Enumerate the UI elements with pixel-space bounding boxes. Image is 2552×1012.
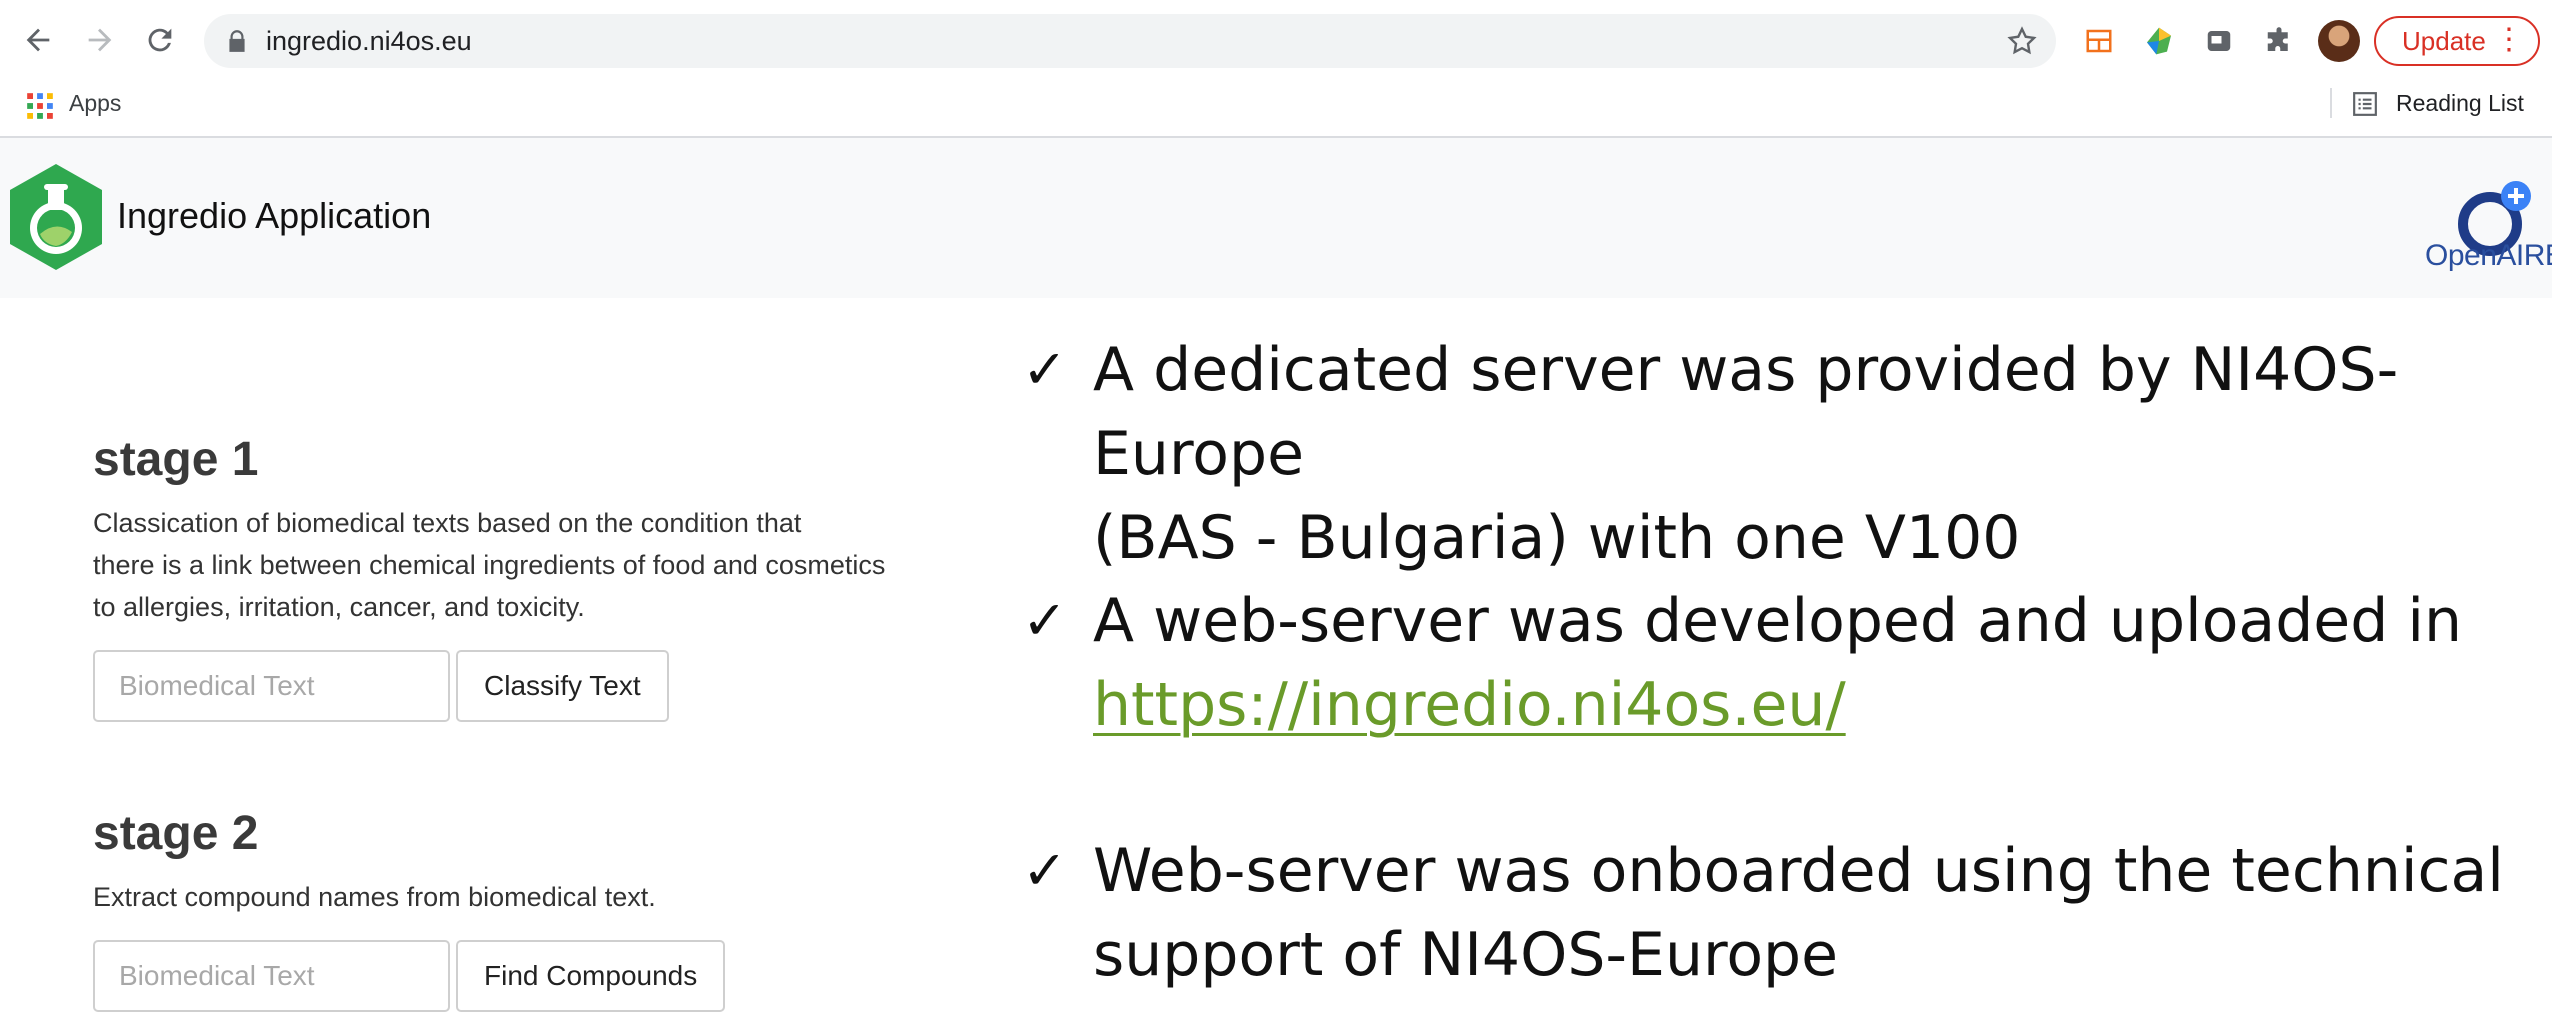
puzzle-extensions-icon[interactable] [2260,22,2298,60]
bullet-text: A dedicated server was provided by NI4OS… [1093,328,2552,580]
bullet-line: A web-server was developed and uploaded … [1093,586,2463,656]
extension-color-icon[interactable] [2140,22,2178,60]
reading-list-button[interactable]: Reading List [2396,87,2524,119]
stage-1-biomedical-text-input[interactable] [93,650,450,722]
bullet-line: Web-server was onboarded using the techn… [1093,836,2504,906]
stage-1-section: stage 1 Classication of biomedical texts… [93,432,973,722]
checkmark-icon: ✓ [1022,589,1068,652]
checkmark-icon: ✓ [1022,839,1068,902]
app-header: Ingredio Application OpenAIRE [0,138,2552,298]
profile-avatar[interactable] [2318,20,2360,62]
stage-1-description-line: there is a link between chemical ingredi… [93,550,886,580]
stage-2-title: stage 2 [93,807,259,860]
forward-button[interactable] [76,16,124,64]
kebab-menu-icon[interactable]: ⋮ [2494,18,2524,62]
apps-bookmark[interactable]: Apps [69,87,121,119]
openaire-logo-text: OpenAIRE [2425,239,2552,272]
stage-1-description: Classication of biomedical texts based o… [93,502,973,628]
bullet-line: support of NI4OS-Europe [1093,920,1839,990]
apps-grid-icon[interactable] [26,92,54,120]
bookmarks-bar: Apps Reading List [0,82,2552,138]
bullet-text: A web-server was developed and uploaded … [1093,579,2552,747]
find-compounds-button[interactable]: Find Compounds [456,940,726,1012]
arrow-right-icon [88,28,112,52]
stage-1-description-line: to allergies, irritation, cancer, and to… [93,592,585,622]
address-bar[interactable]: ingredio.ni4os.eu [204,14,2056,68]
checkmark-icon: ✓ [1022,338,1068,401]
ingredio-url-link[interactable]: https://ingredio.ni4os.eu/ [1093,670,1846,740]
reload-button[interactable] [136,16,184,64]
bullet-line: A dedicated server was provided by NI4OS… [1093,335,2399,489]
stage-2-form: Find Compounds [93,940,973,1012]
extension-screen-icon[interactable] [2200,22,2238,60]
back-button[interactable] [14,16,62,64]
stage-1-form: Classify Text [93,650,973,722]
stage-2-description-line: Extract compound names from biomedical t… [93,882,656,912]
reading-list-icon[interactable] [2352,91,2378,117]
bullet-text: Web-server was onboarded using the techn… [1093,829,2552,997]
bookmark-star-icon[interactable] [2006,25,2038,57]
reload-icon [148,28,172,52]
extension-layout-icon[interactable] [2080,22,2118,60]
stage-2-section: stage 2 Extract compound names from biom… [93,806,973,1012]
address-bar-url[interactable]: ingredio.ni4os.eu [266,24,472,58]
lock-icon [229,30,245,52]
stage-2-description: Extract compound names from biomedical t… [93,876,973,918]
arrow-left-icon [26,28,50,52]
update-button[interactable]: Update ⋮ [2374,16,2540,66]
stage-2-biomedical-text-input[interactable] [93,940,450,1012]
bullet-line: (BAS - Bulgaria) with one V100 [1093,503,2021,573]
stage-1-title: stage 1 [93,433,259,486]
stage-1-description-line: Classication of biomedical texts based o… [93,508,802,538]
classify-text-button[interactable]: Classify Text [456,650,669,722]
bookmarks-divider [2330,88,2332,118]
app-title: Ingredio Application [117,195,432,236]
browser-toolbar: ingredio.ni4os.eu Update ⋮ [0,0,2552,82]
update-button-label: Update [2402,26,2486,56]
ingredio-flask-logo [10,164,102,270]
